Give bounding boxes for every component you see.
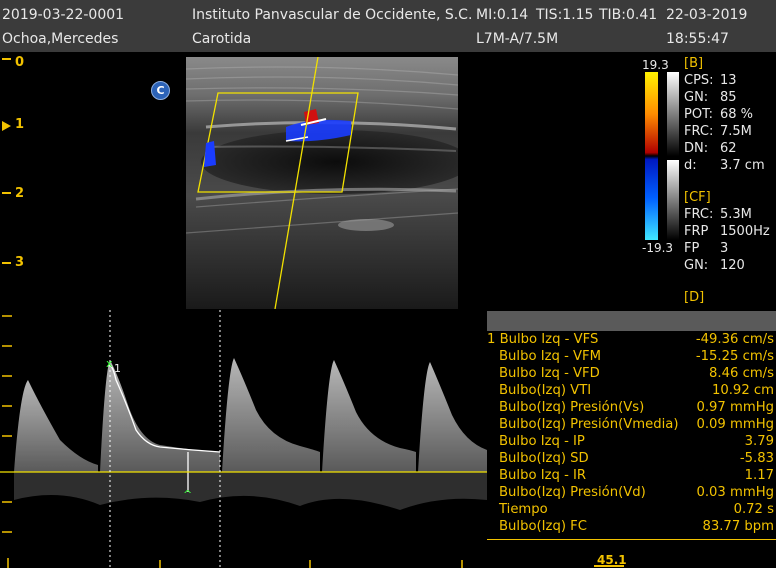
measurement-label: Bulbo(Izq) VTI <box>499 383 592 398</box>
patient-name: Ochoa,Mercedes <box>2 31 119 47</box>
param-value: 5.3M <box>720 207 752 222</box>
param-value: 13 <box>720 73 737 88</box>
b-mode-image[interactable] <box>186 57 458 309</box>
measurement-label: Bulbo(Izq) Presión(Vmedia) <box>499 417 679 432</box>
measurement-value: 3.79 <box>744 434 774 449</box>
depth-tick <box>2 262 11 264</box>
cursor-number-label: 1 <box>114 362 121 375</box>
measurement-row: Bulbo(Izq) Presión(Vmedia) 0.09 mmHg <box>487 417 776 434</box>
measurement-row: Bulbo Izq - IP 3.79 <box>487 434 776 451</box>
measurement-row: Bulbo(Izq) FC 83.77 bpm <box>487 519 776 536</box>
param-key: DN: <box>684 141 709 156</box>
measurement-label: Bulbo Izq - VFD <box>499 366 600 381</box>
measurement-label: Bulbo(Izq) SD <box>499 451 589 466</box>
measurement-label: Tiempo <box>499 502 548 517</box>
measurement-label: Bulbo Izq - IR <box>499 468 587 483</box>
readout-underline <box>594 565 624 567</box>
param-value: 68 % <box>720 107 754 122</box>
measurement-row: Bulbo(Izq) Presión(Vs) 0.97 mmHg <box>487 400 776 417</box>
institution-name: Instituto Panvascular de Occidente, S.C. <box>192 7 473 23</box>
depth-label-0: 0 <box>15 55 25 70</box>
measurement-label: Bulbo Izq - IP <box>499 434 585 449</box>
exam-time: 18:55:47 <box>666 31 729 47</box>
measurement-value: 1.17 <box>744 468 774 483</box>
exam-type: Carotida <box>192 31 252 47</box>
measurement-value: 83.77 bpm <box>702 519 774 534</box>
color-scale-max: 19.3 <box>642 58 669 72</box>
spectral-doppler-trace[interactable]: x ^ <box>0 310 487 568</box>
measurement-row: Bulbo(Izq) Presión(Vd) 0.03 mmHg <box>487 485 776 502</box>
gray-map-bar <box>667 72 679 156</box>
mi-index: MI:0.14 <box>476 7 529 23</box>
cf-header: [CF] <box>684 190 711 205</box>
measurement-row: Bulbo(Izq) VTI 10.92 cm <box>487 383 776 400</box>
study-id: 2019-03-22-0001 <box>2 7 125 23</box>
measurement-label: Bulbo(Izq) Presión(Vs) <box>499 400 645 415</box>
measurement-row: 1 Bulbo Izq - VFS -49.36 cm/s <box>487 332 776 349</box>
b-mode-header: [B] <box>684 56 704 71</box>
measurement-value: 8.46 cm/s <box>709 366 774 381</box>
color-scale-min: -19.3 <box>642 241 674 255</box>
param-key: POT: <box>684 107 713 122</box>
measurement-panel-divider <box>487 539 776 540</box>
param-key: FRC: <box>684 124 714 139</box>
measurement-label: Bulbo(Izq) FC <box>499 519 587 534</box>
param-value: 62 <box>720 141 737 156</box>
measurement-panel-header <box>487 311 776 331</box>
measurement-value: -5.83 <box>739 451 774 466</box>
peak-caliper-icon[interactable]: x <box>106 357 113 370</box>
diastolic-caliper-icon[interactable]: ^ <box>183 488 192 501</box>
exam-date: 22-03-2019 <box>666 7 748 23</box>
param-key: GN: <box>684 90 709 105</box>
depth-label-1: 1 <box>15 117 25 132</box>
param-key: FP <box>684 241 700 256</box>
depth-tick <box>2 58 11 60</box>
param-value: 3 <box>720 241 729 256</box>
param-key: GN: <box>684 258 709 273</box>
measurement-row: Bulbo(Izq) SD -5.83 <box>487 451 776 468</box>
param-value: 1500Hz <box>720 224 770 239</box>
measurement-value: -15.25 cm/s <box>695 349 774 364</box>
param-value: 3.7 cm <box>720 158 765 173</box>
measurement-value: 0.09 mmHg <box>696 417 774 432</box>
gray-map-bar-cf <box>667 160 679 240</box>
depth-label-2: 2 <box>15 186 25 201</box>
param-key: FRP <box>684 224 709 239</box>
measurement-value: 0.03 mmHg <box>696 485 774 500</box>
tib-index: TIB:0.41 <box>599 7 658 23</box>
d-mode-header: [D] <box>684 290 705 305</box>
param-value: 120 <box>720 258 745 273</box>
measurement-label: 1 Bulbo Izq - VFS <box>487 332 599 347</box>
depth-label-3: 3 <box>15 255 25 270</box>
param-key: CPS: <box>684 73 714 88</box>
measurement-value: 10.92 cm <box>711 383 774 398</box>
measurement-label: Bulbo Izq - VFM <box>499 349 602 364</box>
measurement-row: Tiempo 0.72 s <box>487 502 776 519</box>
measurement-row: Bulbo Izq - IR 1.17 <box>487 468 776 485</box>
depth-tick <box>2 192 11 194</box>
probe-name: L7M-A/7.5M <box>476 31 559 47</box>
color-mode-badge: C <box>151 81 170 100</box>
tis-index: TIS:1.15 <box>536 7 594 23</box>
param-key: FRC: <box>684 207 714 222</box>
measurement-row: Bulbo Izq - VFD 8.46 cm/s <box>487 366 776 383</box>
color-velocity-bar <box>645 72 658 240</box>
measurement-label: Bulbo(Izq) Presión(Vd) <box>499 485 646 500</box>
param-key: d: <box>684 158 697 173</box>
param-value: 85 <box>720 90 737 105</box>
measurement-value: 0.72 s <box>733 502 774 517</box>
param-value: 7.5M <box>720 124 752 139</box>
measurement-row: Bulbo Izq - VFM -15.25 cm/s <box>487 349 776 366</box>
measurement-value: 0.97 mmHg <box>696 400 774 415</box>
focus-marker-icon[interactable] <box>2 121 11 131</box>
measurement-value: -49.36 cm/s <box>695 332 774 347</box>
